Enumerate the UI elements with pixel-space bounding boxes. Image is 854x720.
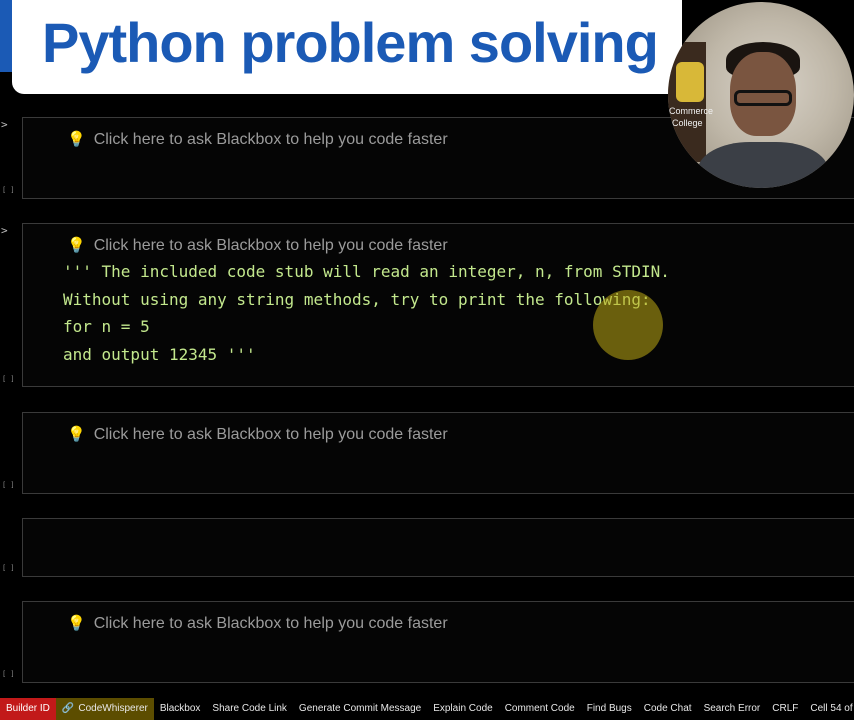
lightbulb-icon: 💡 bbox=[67, 131, 86, 148]
notebook-cell[interactable]: 💡 Click here to ask Blackbox to help you … bbox=[22, 601, 854, 683]
cell-exec-count: [ ] bbox=[2, 564, 15, 572]
code-line-1: ''' The included code stub will read an … bbox=[63, 262, 670, 281]
notebook-cell-code[interactable]: 💡 Click here to ask Blackbox to help you … bbox=[22, 223, 854, 387]
status-item-comment-code[interactable]: Comment Code bbox=[499, 698, 581, 720]
page-title: Python problem solving bbox=[42, 11, 659, 74]
webcam-poster-text-2: College bbox=[672, 118, 703, 128]
link-icon: 🔗 bbox=[61, 703, 75, 714]
cell-expand-icon[interactable]: > bbox=[1, 118, 8, 131]
notebook-cell[interactable]: 💡 Click here to ask Blackbox to help you … bbox=[22, 412, 854, 494]
code-line-4: and output 12345 ''' bbox=[63, 344, 256, 364]
cell-exec-count: [ ] bbox=[2, 375, 15, 383]
status-item-share-code-link[interactable]: Share Code Link bbox=[206, 698, 293, 720]
blackbox-hint[interactable]: 💡 Click here to ask Blackbox to help you … bbox=[67, 236, 448, 255]
status-bar: Builder ID 🔗 CodeWhisperer Blackbox Share… bbox=[0, 698, 854, 720]
code-line-3: for n = 5 bbox=[63, 317, 150, 336]
code-editor[interactable]: ''' The included code stub will read an … bbox=[63, 258, 670, 368]
cell-exec-count: [ ] bbox=[2, 481, 15, 489]
glasses bbox=[734, 90, 792, 106]
status-item-find-bugs[interactable]: Find Bugs bbox=[581, 698, 638, 720]
lightbulb-icon: 💡 bbox=[67, 615, 86, 632]
lightbulb-icon: 💡 bbox=[67, 426, 86, 443]
webcam-poster-text-3: tut bbox=[678, 26, 689, 36]
cell-exec-count: [ ] bbox=[2, 186, 15, 194]
status-item-code-chat[interactable]: Code Chat bbox=[638, 698, 698, 720]
status-item-blackbox[interactable]: Blackbox bbox=[154, 698, 207, 720]
webcam-overlay: Commerce College tut bbox=[668, 2, 854, 188]
status-item-search-error[interactable]: Search Error bbox=[698, 698, 767, 720]
status-item-eol[interactable]: CRLF bbox=[766, 698, 804, 720]
webcam-poster-text-1: Commerce bbox=[669, 106, 714, 116]
codewhisperer-item[interactable]: 🔗 CodeWhisperer bbox=[55, 698, 154, 720]
status-item-explain-code[interactable]: Explain Code bbox=[427, 698, 498, 720]
status-item-generate-commit[interactable]: Generate Commit Message bbox=[293, 698, 427, 720]
blackbox-hint[interactable]: 💡 Click here to ask Blackbox to help you … bbox=[67, 425, 448, 444]
lightbulb-icon: 💡 bbox=[67, 237, 86, 254]
cell-exec-count: [ ] bbox=[2, 670, 15, 678]
blackbox-hint[interactable]: 💡 Click here to ask Blackbox to help you … bbox=[67, 614, 448, 633]
notebook-cell-empty[interactable] bbox=[22, 518, 854, 577]
title-banner: Python problem solving bbox=[12, 0, 682, 94]
blackbox-hint[interactable]: 💡 Click here to ask Blackbox to help you … bbox=[67, 130, 448, 149]
code-line-2: Without using any string methods, try to… bbox=[63, 289, 651, 309]
cell-expand-icon[interactable]: > bbox=[1, 224, 8, 237]
blue-accent-edge bbox=[0, 0, 12, 72]
status-item-cell-position[interactable]: Cell 54 of 6 bbox=[804, 698, 854, 720]
builder-id-item[interactable]: Builder ID bbox=[0, 698, 56, 720]
mouse-cursor-highlight bbox=[593, 290, 663, 360]
